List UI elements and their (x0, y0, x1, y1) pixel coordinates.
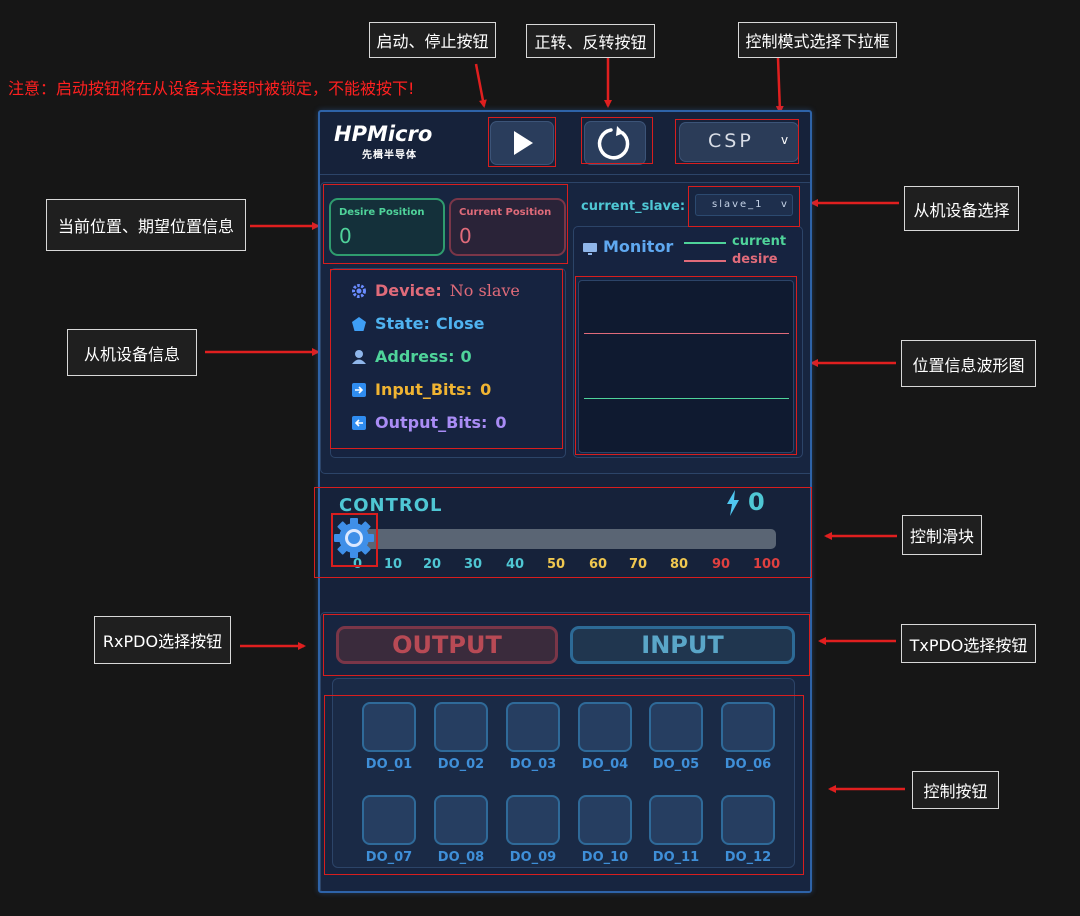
callout-control-buttons: 控制按钮 (912, 771, 999, 809)
callout-position-info: 当前位置、期望位置信息 (46, 199, 246, 251)
header-divider (320, 174, 810, 175)
highlight-slave-select (688, 186, 800, 227)
callout-rxpdo: RxPDO选择按钮 (94, 616, 231, 664)
callout-start-stop: 启动、停止按钮 (369, 22, 496, 58)
current-slave-label: current_slave: (581, 199, 686, 214)
highlight-device-info (330, 269, 563, 449)
callout-waveform: 位置信息波形图 (901, 340, 1036, 387)
highlight-direction (581, 117, 653, 164)
callout-direction: 正转、反转按钮 (526, 24, 655, 58)
logo-text: HPMicro (334, 122, 433, 146)
highlight-start-stop (488, 117, 556, 167)
legend-current-swatch (684, 242, 726, 244)
callout-slave-info: 从机设备信息 (67, 329, 197, 376)
callout-txpdo: TxPDO选择按钮 (901, 624, 1036, 663)
highlight-slider (314, 487, 812, 578)
callout-slider: 控制滑块 (902, 515, 982, 555)
monitor-icon (582, 241, 598, 260)
callout-mode-select: 控制模式选择下拉框 (738, 22, 897, 58)
logo: HPMicro 先楫半导体 (334, 122, 458, 162)
highlight-monitor (575, 276, 797, 455)
legend-current-label: current (732, 234, 787, 249)
highlight-mode (675, 119, 799, 164)
monitor-title: Monitor (603, 237, 674, 256)
legend-desire-swatch (684, 260, 726, 262)
callout-slave-select: 从机设备选择 (904, 186, 1019, 231)
highlight-positions (323, 184, 568, 264)
highlight-slider-handle (331, 513, 378, 567)
lock-note: 注意：启动按钮将在从设备未连接时被锁定，不能被按下! (8, 79, 415, 98)
legend-desire-label: desire (732, 252, 778, 267)
logo-subtitle: 先楫半导体 (362, 150, 417, 161)
highlight-pdo (323, 614, 810, 676)
highlight-do-buttons (324, 695, 804, 875)
